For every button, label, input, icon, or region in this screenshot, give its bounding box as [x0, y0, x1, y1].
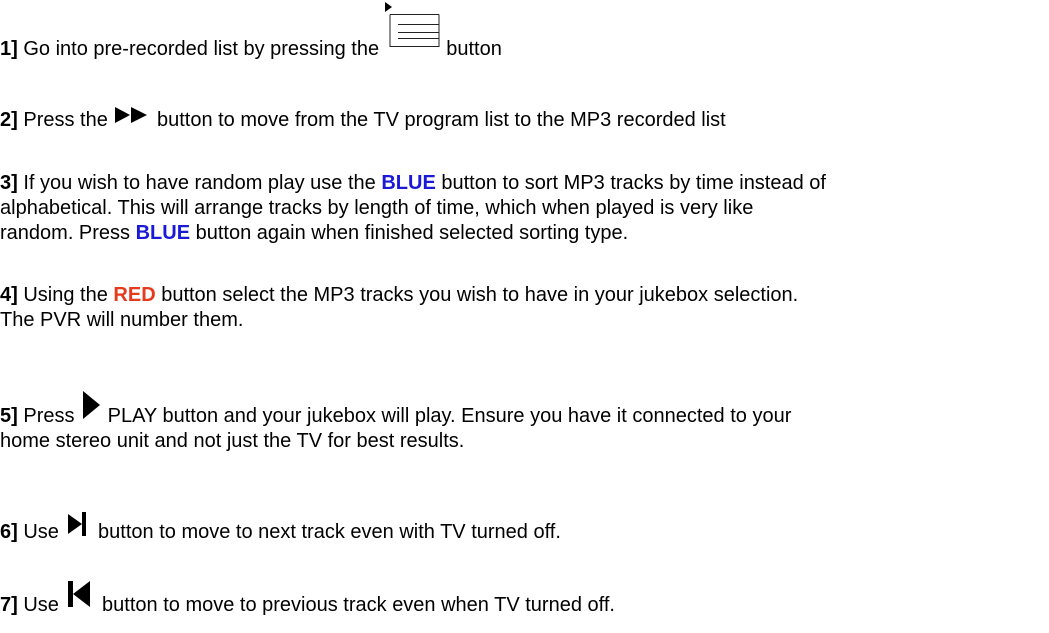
step-4: 4] Using the RED button select the MP3 t… [0, 283, 1049, 333]
step-3: 3] If you wish to have random play use t… [0, 171, 1049, 246]
step-2: 2] Press the button to move from the TV … [0, 107, 1049, 133]
red-label: RED [113, 284, 156, 306]
step-text: Using the [17, 284, 114, 306]
step-number: 4] [0, 284, 18, 306]
step-text: button to move to previous track even wh… [96, 594, 615, 616]
step-text: Go into pre-recorded list by pressing th… [17, 38, 385, 60]
step-number: 5] [0, 405, 18, 427]
step-text: button to sort MP3 tracks by time instea… [435, 172, 826, 194]
play-icon [80, 391, 102, 422]
step-text: button again when finished selected sort… [190, 222, 629, 244]
step-text: button to move from the TV program list … [151, 109, 726, 131]
step-text: The PVR will number them. [0, 309, 244, 331]
step-text: If you wish to have random play use the [17, 172, 382, 194]
step-7: 7] Use button to move to previous track … [0, 581, 1049, 618]
step-1: 1] Go into pre-recorded list by pressing… [0, 2, 1049, 62]
next-track-icon [64, 512, 92, 538]
step-text: button [440, 38, 502, 60]
step-text: random. Press [0, 222, 136, 244]
step-6: 6] Use button to move to next track even… [0, 512, 1049, 545]
step-text: alphabetical. This will arrange tracks b… [0, 197, 754, 219]
previous-track-icon [64, 581, 96, 611]
fast-forward-icon [113, 107, 151, 126]
step-text: button to move to next track even with T… [92, 521, 561, 543]
step-text: PLAY button and your jukebox will play. … [102, 405, 792, 427]
step-text: Use [17, 521, 65, 543]
step-number: 1] [0, 38, 18, 60]
step-text: Press the [17, 109, 114, 131]
step-text: Use [17, 594, 65, 616]
step-text: button select the MP3 tracks you wish to… [155, 284, 799, 306]
step-text: Press [17, 405, 81, 427]
step-5: 5] Press PLAY button and your jukebox wi… [0, 391, 1049, 454]
list-button-icon [384, 2, 441, 55]
step-number: 2] [0, 109, 18, 131]
step-text: home stereo unit and not just the TV for… [0, 430, 465, 452]
blue-label: BLUE [381, 172, 436, 194]
step-number: 3] [0, 172, 18, 194]
blue-label: BLUE [135, 222, 191, 244]
step-number: 6] [0, 521, 18, 543]
step-number: 7] [0, 594, 18, 616]
